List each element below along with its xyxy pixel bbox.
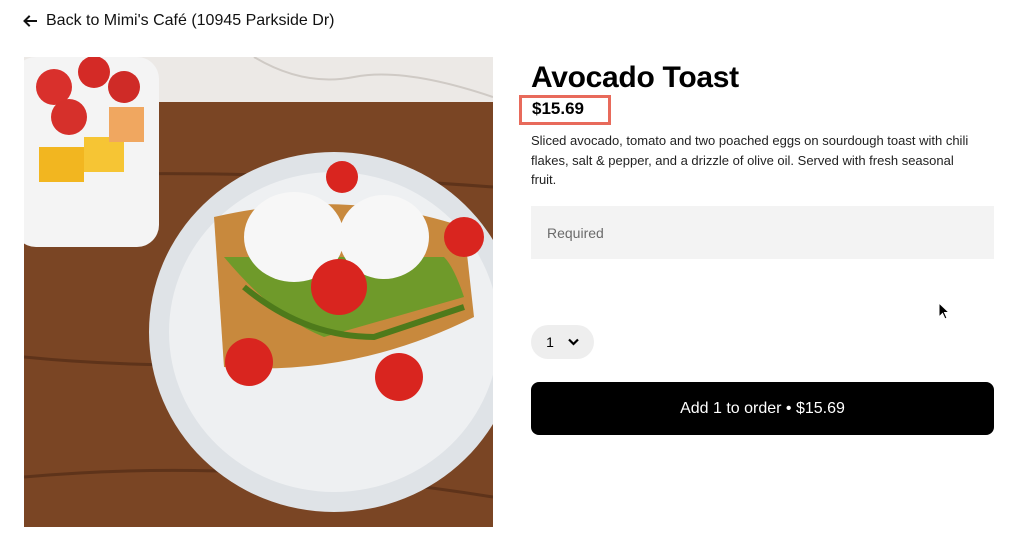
item-page: Back to Mimi's Café (10945 Parkside Dr) — [0, 0, 1024, 553]
quantity-select[interactable]: 1 — [531, 325, 594, 359]
required-options-field[interactable]: Required — [531, 206, 994, 259]
mouse-cursor-icon — [938, 302, 950, 320]
add-to-order-label: Add 1 to order • $15.69 — [680, 399, 845, 417]
item-photo — [24, 57, 493, 527]
back-link[interactable]: Back to Mimi's Café (10945 Parkside Dr) — [22, 12, 334, 30]
item-title: Avocado Toast — [531, 61, 739, 94]
chevron-down-icon — [568, 338, 579, 346]
quantity-value: 1 — [546, 334, 554, 350]
back-link-label: Back to Mimi's Café (10945 Parkside Dr) — [46, 12, 335, 29]
item-description: Sliced avocado, tomato and two poached e… — [531, 133, 969, 187]
add-to-order-button[interactable]: Add 1 to order • $15.69 — [531, 382, 994, 435]
item-details: Avocado Toast $15.69 Sliced avocado, tom… — [519, 57, 994, 435]
item-price: $15.69 — [532, 99, 584, 118]
arrow-left-icon — [23, 15, 37, 27]
required-label: Required — [547, 224, 604, 241]
